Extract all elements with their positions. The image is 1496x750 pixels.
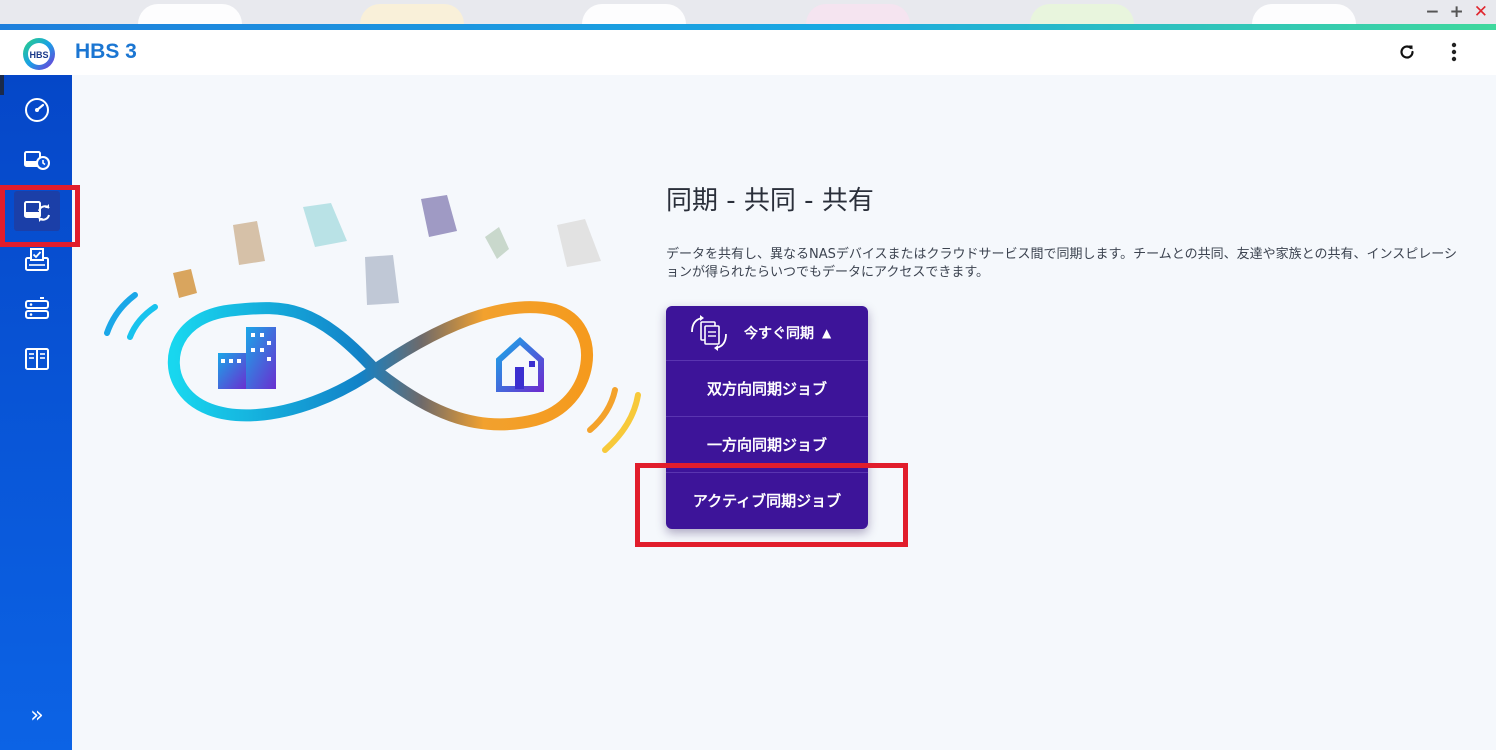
signal-arc: [104, 292, 138, 336]
tab-bubble: [582, 4, 686, 26]
sidebar-item-overview[interactable]: [14, 90, 60, 130]
window-top-bar: − + ✕: [0, 0, 1496, 26]
sidebar-item-jobs[interactable]: [14, 240, 60, 280]
sidebar-item-sync[interactable]: [14, 191, 60, 231]
tab-bubble: [806, 4, 910, 26]
document-icon: [557, 219, 601, 267]
menu-item-one-way-sync[interactable]: 一方向同期ジョブ: [666, 416, 868, 471]
sync-icon: [24, 201, 50, 222]
backup-clock-icon: [24, 151, 50, 170]
office-building-icon: [218, 327, 276, 389]
sync-documents-icon: [691, 315, 727, 351]
sidebar-expand-button[interactable]: »: [24, 703, 50, 729]
refresh-button[interactable]: [1394, 39, 1420, 65]
sidebar-item-backup-restore[interactable]: [14, 140, 60, 180]
document-icon: [173, 269, 197, 298]
sidebar-item-services[interactable]: [14, 339, 60, 379]
tab-bubble: [360, 4, 464, 26]
app-title: HBS 3: [75, 40, 137, 63]
job-check-icon: [25, 248, 49, 271]
app-header: HBS HBS 3: [0, 30, 1496, 75]
svg-text:HBS: HBS: [29, 50, 48, 60]
tab-bubble: [1030, 4, 1134, 26]
home-icon: [496, 336, 544, 392]
tab-bubble: [1252, 4, 1356, 26]
maximize-button[interactable]: +: [1450, 2, 1464, 22]
menu-item-two-way-sync[interactable]: 双方向同期ジョブ: [666, 360, 868, 415]
more-vertical-icon: [1451, 42, 1457, 62]
sync-now-button[interactable]: 今すぐ同期 ▲: [666, 306, 868, 360]
caret-up-icon: ▲: [822, 326, 832, 340]
document-icon: [421, 195, 457, 237]
page-description: データを共有し、異なるNASデバイスまたはクラウドサービス間で同期します。チーム…: [666, 247, 1458, 280]
close-button[interactable]: ✕: [1474, 2, 1488, 22]
storage-icon: [25, 297, 49, 319]
page-title: 同期 - 共同 - 共有: [666, 186, 874, 216]
tab-bubble: [138, 4, 242, 26]
signal-arc: [587, 387, 618, 433]
signal-arc: [127, 304, 158, 340]
hbs-logo-icon: HBS: [23, 38, 55, 70]
speedometer-icon: [25, 98, 49, 122]
document-icon: [365, 255, 399, 305]
sidebar-item-storage-spaces[interactable]: [14, 289, 60, 329]
more-options-button[interactable]: [1441, 39, 1467, 65]
refresh-icon: [1400, 45, 1414, 59]
menu-item-active-sync[interactable]: アクティブ同期ジョブ: [666, 472, 868, 527]
sidebar: »: [0, 75, 72, 750]
sync-now-dropdown: 今すぐ同期 ▲ 双方向同期ジョブ 一方向同期ジョブ アクティブ同期ジョブ: [666, 306, 868, 529]
minimize-button[interactable]: −: [1425, 2, 1439, 22]
sync-illustration: [104, 195, 641, 453]
document-icon: [485, 227, 509, 259]
window-controls: − + ✕: [1425, 2, 1488, 22]
services-icon: [25, 348, 49, 370]
sidebar-edge: [0, 75, 4, 95]
sync-now-label: 今すぐ同期: [744, 326, 814, 342]
document-icon: [233, 221, 265, 265]
document-icon: [303, 203, 347, 247]
